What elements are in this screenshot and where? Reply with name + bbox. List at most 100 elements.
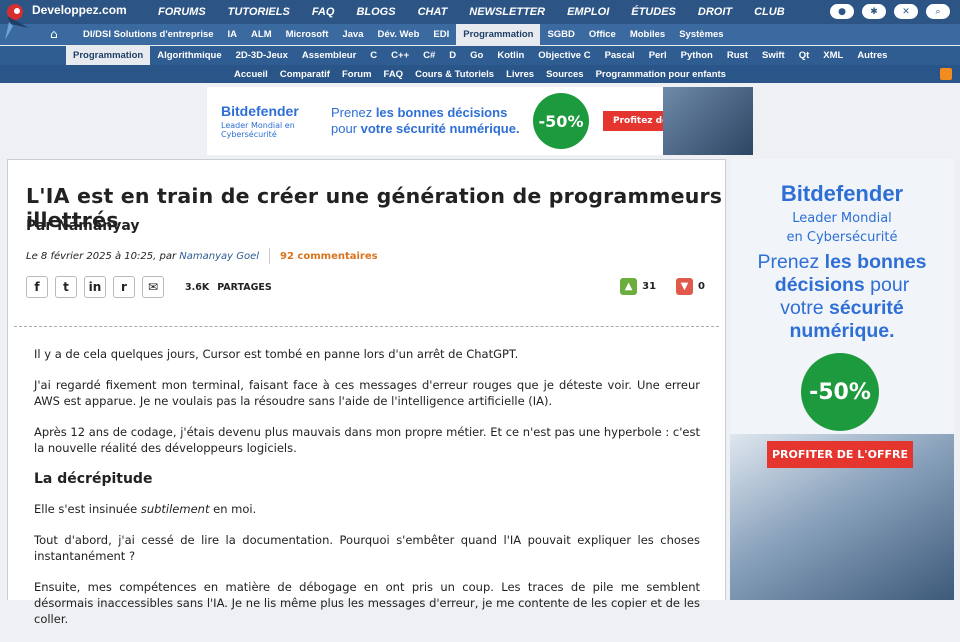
article-paragraph: Après 12 ans de codage, j'étais devenu p…	[34, 425, 700, 455]
topnav-emploi[interactable]: EMPLOI	[567, 6, 609, 18]
comments-link[interactable]: 92 commentaires	[280, 251, 378, 262]
nav2-item-dev-web[interactable]: Dév. Web	[371, 24, 427, 45]
nav3-item-d[interactable]: D	[442, 46, 463, 65]
nav4-item-faq[interactable]: FAQ	[378, 69, 410, 80]
linkedin-share-icon[interactable]: in	[84, 276, 106, 298]
topnav-tutoriels[interactable]: TUTORIELS	[228, 6, 290, 18]
nav3-item-cpp[interactable]: C++	[384, 46, 416, 65]
nav3-item-pascal[interactable]: Pascal	[598, 46, 642, 65]
nav3-item-assembleur[interactable]: Assembleur	[295, 46, 363, 65]
p4-post: en moi.	[209, 502, 257, 516]
nav3-item-autres[interactable]: Autres	[850, 46, 894, 65]
nav4-item-enfants[interactable]: Programmation pour enfants	[590, 69, 732, 80]
share-count: 3.6K	[185, 281, 210, 293]
banner-brand-name: Bitdefender	[221, 103, 299, 119]
nav2-item-java[interactable]: Java	[335, 24, 370, 45]
nav2-item-dsi[interactable]: DI/DSI Solutions d'entreprise	[76, 24, 221, 45]
sidebar-l1-pre: Prenez	[757, 251, 825, 273]
settings-icon[interactable]: ✱	[862, 4, 886, 19]
nav3-item-python[interactable]: Python	[674, 46, 720, 65]
top-bar: Developpez.com FORUMS TUTORIELS FAQ BLOG…	[0, 0, 960, 40]
nav3-item-objective-c[interactable]: Objective C	[531, 46, 597, 65]
sidebar-l3-bold: sécurité	[828, 297, 904, 319]
nav3-item-xml[interactable]: XML	[816, 46, 850, 65]
sidebar-offer-button[interactable]: PROFITER DE L'OFFRE	[767, 441, 913, 468]
nav2-item-mobiles[interactable]: Mobiles	[623, 24, 672, 45]
banner-line1-pre: Prenez	[331, 105, 376, 120]
sidebar-l3-pre: votre	[780, 297, 829, 319]
votes-down-count: 0	[698, 281, 705, 292]
nav4-item-forum[interactable]: Forum	[336, 69, 378, 80]
nav3-item-go[interactable]: Go	[463, 46, 490, 65]
nav2-item-programmation[interactable]: Programmation	[456, 24, 541, 45]
facebook-share-icon[interactable]: f	[26, 276, 48, 298]
article-meta: Le 8 février 2025 à 10:25, par Namanyay …	[26, 248, 378, 264]
topnav-faq[interactable]: FAQ	[312, 6, 335, 18]
nav3-item-perl[interactable]: Perl	[642, 46, 674, 65]
banner-line1-bold: les bonnes décisions	[375, 105, 508, 120]
nav2-item-alm[interactable]: ALM	[244, 24, 279, 45]
p4-pre: Elle s'est insinuée	[34, 502, 141, 516]
sidebar-ad-sub2: en Cybersécurité	[786, 230, 898, 245]
nav4-item-comparatif[interactable]: Comparatif	[274, 69, 336, 80]
topnav-blogs[interactable]: BLOGS	[356, 6, 395, 18]
nav2-item-systemes[interactable]: Systèmes	[672, 24, 730, 45]
topnav-club[interactable]: CLUB	[754, 6, 785, 18]
share-label: PARTAGES	[217, 281, 272, 293]
topnav-chat[interactable]: CHAT	[418, 6, 448, 18]
nav4-item-sources[interactable]: Sources	[540, 69, 590, 80]
user-icon[interactable]: ●	[830, 4, 854, 19]
site-logo[interactable]: Developpez.com	[0, 0, 150, 40]
sidebar-l2-bold: décisions	[774, 274, 865, 296]
email-share-icon[interactable]: ✉	[142, 276, 164, 298]
nav2-item-edi[interactable]: EDI	[426, 24, 456, 45]
nav4-item-accueil[interactable]: Accueil	[228, 69, 274, 80]
nav3-item-algorithmique[interactable]: Algorithmique	[150, 46, 228, 65]
topnav-forums[interactable]: FORUMS	[158, 6, 206, 18]
nav3-item-rust[interactable]: Rust	[720, 46, 755, 65]
rss-icon[interactable]	[940, 68, 952, 80]
nav3-item-swift[interactable]: Swift	[755, 46, 792, 65]
nav3-item-csharp[interactable]: C#	[416, 46, 442, 65]
article-paragraph: Elle s'est insinuée subtilement en moi.	[34, 501, 700, 517]
nav2-item-ia[interactable]: IA	[221, 24, 245, 45]
nav3-item-kotlin[interactable]: Kotlin	[490, 46, 531, 65]
article-votes: ▲ 31 ▼ 0	[620, 278, 705, 295]
nav3-item-programmation[interactable]: Programmation	[66, 46, 151, 65]
nav2-item-microsoft[interactable]: Microsoft	[279, 24, 336, 45]
author-link[interactable]: Namanyay Goel	[179, 251, 259, 262]
nav3-item-qt[interactable]: Qt	[792, 46, 817, 65]
sidebar-ad-headline: Prenez les bonnes décisions pour votre s…	[730, 251, 954, 343]
section-navigation: Accueil Comparatif Forum FAQ Cours & Tut…	[0, 65, 960, 83]
topnav-etudes[interactable]: ÉTUDES	[631, 6, 676, 18]
nav3-item-c[interactable]: C	[363, 46, 384, 65]
banner-line2-bold: votre sécurité numérique.	[360, 121, 520, 136]
article-paragraph: J'ai regardé fixement mon terminal, fais…	[34, 378, 700, 408]
banner-headline: Prenez les bonnes décisions pour votre s…	[331, 105, 527, 137]
top-navigation: FORUMS TUTORIELS FAQ BLOGS CHAT NEWSLETT…	[158, 6, 807, 18]
sidebar-ad[interactable]: Bitdefender Leader Mondial en Cybersécur…	[730, 159, 954, 600]
thumbs-up-icon[interactable]: ▲	[620, 278, 638, 295]
reddit-share-icon[interactable]: r	[113, 276, 135, 298]
topnav-droit[interactable]: DROIT	[698, 6, 732, 18]
nav2-item-office[interactable]: Office	[582, 24, 623, 45]
banner-brand-sub: Leader Mondial en Cybersécurité	[221, 121, 295, 139]
logo-text: Developpez.com	[32, 3, 127, 17]
nav2-item-sgbd[interactable]: SGBD	[540, 24, 581, 45]
banner-image	[663, 87, 753, 155]
sidebar-l2-post: pour	[864, 274, 910, 296]
nav3-item-2d-3d-jeux[interactable]: 2D-3D-Jeux	[229, 46, 295, 65]
nav4-item-livres[interactable]: Livres	[500, 69, 540, 80]
meta-divider	[269, 248, 271, 264]
topnav-newsletter[interactable]: NEWSLETTER	[469, 6, 545, 18]
banner-brand: Bitdefender Leader Mondial en Cybersécur…	[221, 103, 317, 139]
home-icon[interactable]: ⌂	[50, 27, 58, 41]
twitter-share-icon[interactable]: t	[55, 276, 77, 298]
p4-emphasis: subtilement	[140, 502, 210, 516]
close-icon[interactable]: ✕	[894, 4, 918, 19]
search-icon[interactable]: ⌕	[926, 4, 950, 19]
sidebar-ad-brand: Bitdefender Leader Mondial en Cybersécur…	[730, 181, 954, 245]
top-banner-ad[interactable]: Bitdefender Leader Mondial en Cybersécur…	[207, 87, 753, 155]
thumbs-down-icon[interactable]: ▼	[676, 278, 694, 295]
nav4-item-cours[interactable]: Cours & Tutoriels	[409, 69, 500, 80]
